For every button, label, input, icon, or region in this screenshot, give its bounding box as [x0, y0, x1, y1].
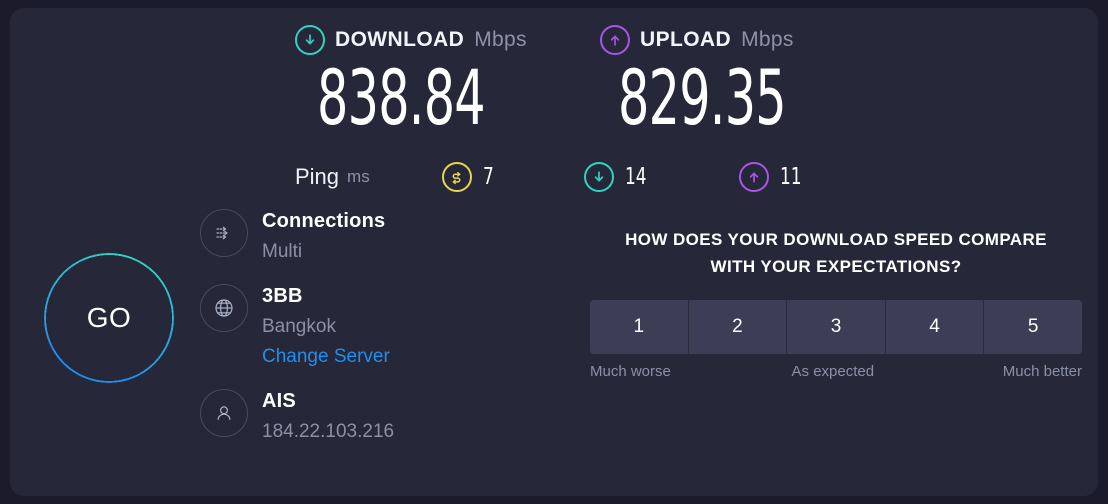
ip-address: 184.22.103.216 — [262, 421, 395, 442]
multi-connections-icon — [200, 209, 248, 257]
ping-upload: 11 — [739, 162, 806, 192]
upload-result: UPLOAD Mbps 829.35 — [600, 25, 930, 142]
connections-subtitle: Multi — [262, 241, 303, 262]
ping-download-value: 14 — [624, 164, 647, 190]
download-unit: Mbps — [474, 28, 527, 51]
server-name: 3BB — [262, 285, 303, 307]
upload-unit: Mbps — [741, 28, 794, 51]
survey-question-line2: WITH YOUR EXPECTATIONS? — [710, 257, 962, 276]
download-header: DOWNLOAD Mbps — [295, 25, 625, 55]
ping-unit: ms — [347, 167, 370, 186]
survey-question: HOW DOES YOUR DOWNLOAD SPEED COMPARE WIT… — [590, 226, 1082, 280]
rating-option-5[interactable]: 5 — [983, 300, 1082, 354]
ping-idle-value: 7 — [482, 164, 494, 190]
info-body-server: 3BB Bangkok Change Server — [262, 283, 390, 370]
speedtest-result-card: DOWNLOAD Mbps 838.84 UPLOAD Mbps 829.35 … — [10, 8, 1098, 496]
rating-option-1[interactable]: 1 — [590, 300, 688, 354]
rating-option-4[interactable]: 4 — [884, 300, 984, 354]
upload-label: UPLOAD — [640, 28, 732, 51]
change-server-link[interactable]: Change Server — [262, 344, 390, 370]
download-result: DOWNLOAD Mbps 838.84 — [295, 25, 625, 142]
go-button-label: GO — [86, 302, 132, 333]
download-arrow-circle-icon — [583, 162, 614, 192]
connections-title: Connections — [262, 210, 386, 232]
go-button[interactable]: GO — [44, 253, 174, 383]
globe-icon — [200, 284, 248, 332]
upload-arrow-circle-icon — [739, 162, 770, 192]
survey-rating-scale: 1 2 3 4 5 — [590, 300, 1082, 354]
info-row-connections: Connections Multi — [200, 208, 450, 265]
rating-option-2[interactable]: 2 — [687, 300, 787, 354]
survey-question-line1: HOW DOES YOUR DOWNLOAD SPEED COMPARE — [625, 230, 1047, 249]
info-body-connections: Connections Multi — [262, 208, 385, 265]
server-location: Bangkok — [262, 316, 336, 337]
rating-option-3[interactable]: 3 — [786, 300, 885, 354]
legend-as-expected: As expected — [791, 363, 875, 380]
survey-rating-legend: Much worse As expected Much better — [590, 363, 1082, 380]
results-section: DOWNLOAD Mbps 838.84 UPLOAD Mbps 829.35 — [10, 8, 1098, 153]
info-row-server: 3BB Bangkok Change Server — [200, 283, 450, 370]
ping-upload-value: 11 — [780, 164, 802, 190]
download-value: 838.84 — [317, 53, 486, 142]
idle-latency-icon — [441, 162, 472, 192]
ping-idle: 7 — [441, 162, 496, 192]
upload-arrow-circle-icon — [600, 25, 630, 55]
download-arrow-circle-icon — [295, 25, 325, 55]
legend-much-worse: Much worse — [590, 363, 671, 380]
connection-info-list: Connections Multi 3BB Bangkok Change Ser… — [200, 208, 450, 463]
download-label: DOWNLOAD — [335, 28, 465, 51]
upload-header: UPLOAD Mbps — [600, 25, 930, 55]
legend-much-better: Much better — [1002, 363, 1082, 380]
survey-section: HOW DOES YOUR DOWNLOAD SPEED COMPARE WIT… — [590, 226, 1082, 380]
ping-label: Ping — [295, 164, 340, 189]
upload-value: 829.35 — [618, 53, 787, 142]
info-row-client: AIS 184.22.103.216 — [200, 388, 450, 445]
ping-download: 14 — [583, 162, 651, 192]
isp-name: AIS — [262, 390, 296, 412]
person-icon — [200, 389, 248, 437]
info-body-client: AIS 184.22.103.216 — [262, 388, 394, 445]
ping-section: Ping ms 7 14 11 — [295, 160, 807, 194]
